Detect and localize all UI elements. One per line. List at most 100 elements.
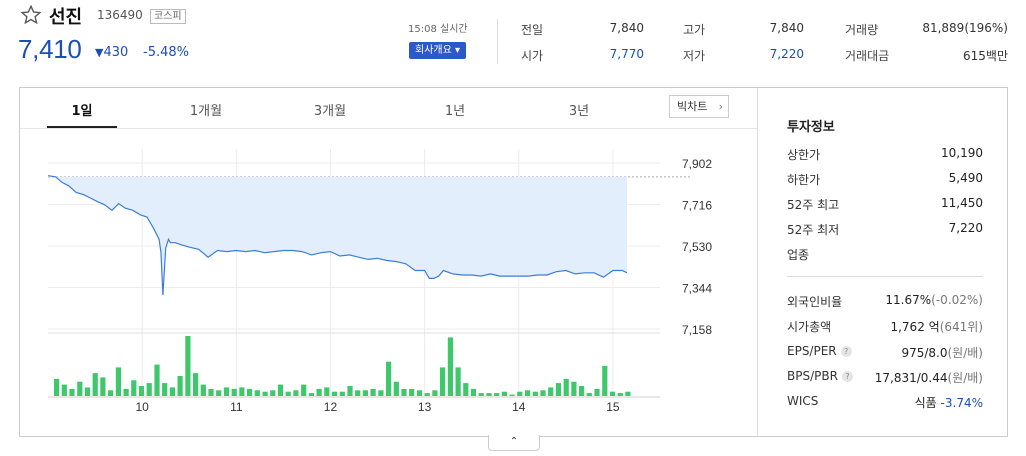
w52-high-row: 52주 최고 11,450 [787,196,983,214]
favorite-star-icon[interactable] [20,4,42,26]
industry-row: 업종 [787,246,983,264]
x-tick-label: 14 [512,400,526,414]
volume-bar [115,367,121,396]
chevron-right-icon: › [718,100,723,113]
foreign-ratio-change: (-0.02%) [931,293,983,307]
price-change: ▼430 [95,45,128,60]
volume-bar [586,393,592,396]
upper-limit-label: 상한가 [787,148,821,162]
stock-code: 136490 [97,8,143,22]
volume-bar [316,388,322,396]
volume-bar [563,378,569,396]
stock-header: 선진 136490 코스피 7,410 ▼430 -5.48% 15:08 실시… [0,0,1026,80]
volume-bar [231,388,237,396]
volume-bar [362,390,368,396]
volume-bar [416,390,423,396]
eps-per-label: EPS/PER [787,344,837,358]
market-cap-value: 1,762 억 [890,320,940,334]
market-cap-rank: (641위) [939,320,983,334]
lower-limit-value: 5,490 [948,171,983,185]
prev-close-label: 전일 [521,23,544,37]
volume-bar [424,393,430,396]
volume-bar [200,384,206,396]
collapse-toggle-button[interactable]: ⌃ [488,435,540,451]
volume-bar [517,391,523,396]
volume-bar [324,387,330,396]
eps-per-value: 975/8.0 [901,346,948,360]
volume-bar [84,387,91,396]
bps-pbr-unit: (원/배) [947,371,984,385]
volume-bar [208,388,214,396]
industry-label: 업종 [787,248,810,262]
volume-bar [339,391,345,396]
volume-bar [270,390,276,396]
change-value: 430 [103,45,129,60]
big-chart-label: 빅차트 [677,100,708,113]
w52-low-value: 7,220 [948,221,983,235]
volume-bar [370,388,376,396]
volume-bar [470,388,477,396]
volume-bar [308,393,314,396]
y-tick-label: 7,344 [682,282,712,296]
volume-bar [131,380,137,396]
volume-bar [355,390,361,396]
volume-bar [239,387,245,396]
chevron-up-icon: ⌃ [509,436,519,447]
volume-bar [432,390,438,396]
wics-change: -3.74% [940,396,983,410]
prev-close-value: 7,840 [609,21,644,35]
volume-bar [540,390,546,396]
upper-limit-value: 10,190 [941,146,983,160]
divider [497,19,498,64]
volume-bar [254,390,260,396]
volume-bar [69,388,75,396]
bps-pbr-row: BPS/PBR? 17,831/0.44(원/배) [787,369,983,387]
volume-bar [193,373,199,396]
volume-bar [146,383,152,396]
help-icon[interactable]: ? [840,346,852,357]
volume-bar [285,391,291,396]
x-tick-label: 11 [230,400,243,414]
market-cap-label: 시가총액 [787,320,832,334]
tab-1y[interactable]: 1년 [420,100,490,119]
volume-bar [525,390,531,396]
wics-row: WICS 식품 -3.74% [787,394,983,412]
eps-per-unit: (원/배) [947,346,984,360]
volume-bar [463,383,469,396]
help-icon[interactable]: ? [841,371,853,382]
high-label: 고가 [683,23,706,37]
tab-1d[interactable]: 1일 [47,100,117,119]
volume-bar [478,393,484,396]
w52-high-value: 11,450 [941,196,983,210]
volume-bar [293,390,299,396]
big-chart-button[interactable]: 빅차트 › [669,95,729,118]
tab-3y[interactable]: 3년 [544,100,614,119]
x-tick-label: 15 [606,400,620,414]
x-tick-label: 13 [418,400,432,414]
volume-bar [625,391,631,396]
w52-low-label: 52주 최저 [787,223,840,237]
volume-bar [331,391,338,396]
price-chart[interactable]: 7,902 7,716 7,530 7,344 7,158 10 11 12 13 14 15 [20,129,757,437]
y-tick-label: 7,530 [682,240,712,254]
volume-bar [455,367,461,396]
volume-bar [162,383,168,396]
volume-bar [602,366,608,396]
market-badge: 코스피 [150,9,186,24]
chart-panel: 1일 1개월 3개월 1년 3년 빅차트 › 7,902 7,716 7,530 7,… [19,87,1008,437]
volume-bar [501,391,507,396]
volume-bar [579,386,585,396]
volume-bar [386,361,392,396]
bps-pbr-value: 17,831/0.44 [874,371,948,385]
volume-bar [509,394,515,396]
tab-3m[interactable]: 3개월 [295,100,365,119]
volume-bar [440,367,446,396]
stock-name: 선진 [49,7,83,28]
x-tick-label: 12 [324,400,338,414]
volume-bar [169,387,175,396]
wics-sector[interactable]: 식품 [915,396,937,410]
investment-info: 투자정보 상한가 10,190 하한가 5,490 52주 최고 11,450 … [757,88,1008,436]
company-overview-button[interactable]: 회사개요 ▾ [409,42,466,59]
info-title: 투자정보 [787,120,835,135]
tab-1m[interactable]: 1개월 [171,100,241,119]
